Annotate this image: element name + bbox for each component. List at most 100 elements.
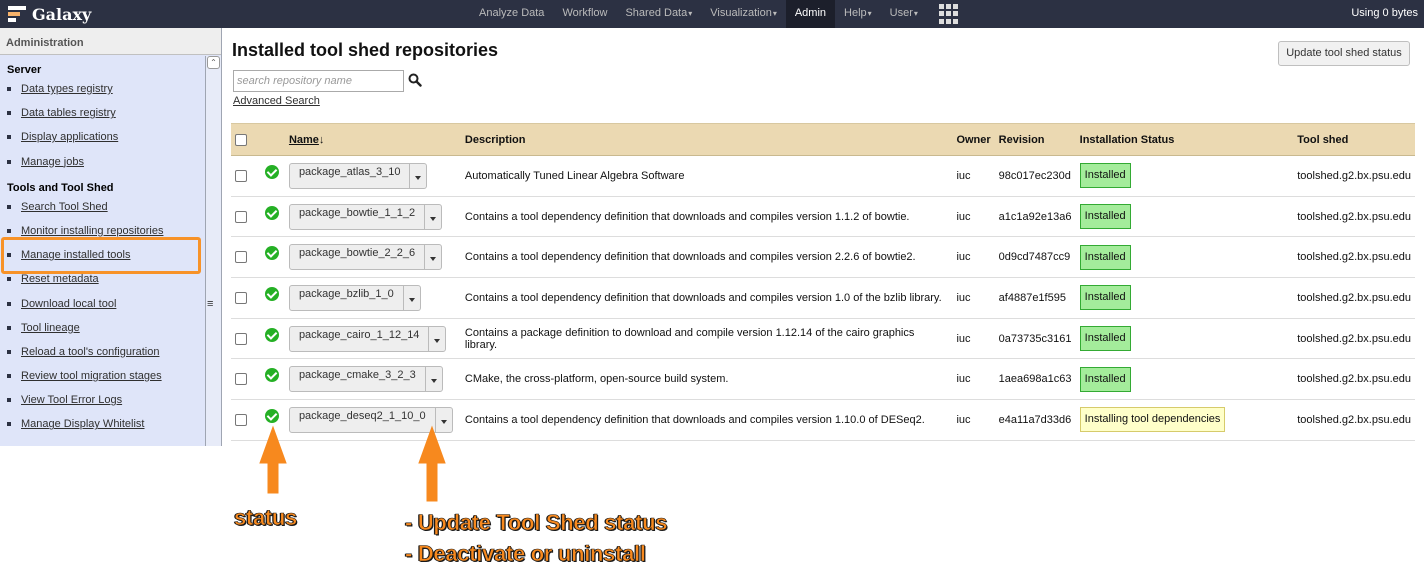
- link-review-migration[interactable]: Review tool migration stages: [21, 370, 162, 382]
- link-data-tables-registry[interactable]: Data tables registry: [21, 107, 116, 119]
- apps-grid-icon[interactable]: [938, 4, 961, 24]
- link-manage-display-whitelist[interactable]: Manage Display Whitelist: [21, 418, 145, 430]
- link-search-tool-shed[interactable]: Search Tool Shed: [21, 201, 108, 213]
- link-monitor-installing[interactable]: Monitor installing repositories: [21, 225, 163, 237]
- repo-name-button[interactable]: package_bowtie_1_1_2: [288, 201, 443, 230]
- table-body: package_atlas_3_10 Automatically Tuned Li…: [231, 155, 1415, 441]
- row-installation-status-cell: Installed: [1075, 277, 1294, 319]
- link-item: Manage jobs: [7, 156, 205, 180]
- row-revision: af4887e1f595: [994, 277, 1076, 319]
- row-owner: iuc: [952, 358, 995, 401]
- link-item: Reload a tool's configuration: [7, 346, 205, 370]
- repo-name-button[interactable]: package_cairo_1_12_14: [288, 323, 447, 352]
- row-revision: a1c1a92e13a6: [994, 196, 1076, 238]
- table-header-row: Name↓ Description Owner Revision Install…: [231, 123, 1415, 156]
- row-name-cell: package_cmake_3_2_3: [284, 358, 461, 401]
- advanced-search-link[interactable]: Advanced Search: [233, 95, 320, 107]
- link-display-applications[interactable]: Display applications: [21, 131, 118, 143]
- link-item: Data types registry: [7, 83, 205, 107]
- row-owner: iuc: [952, 277, 995, 319]
- update-tool-shed-status-button[interactable]: Update tool shed status: [1278, 41, 1410, 66]
- galaxy-logo-icon: [8, 5, 28, 23]
- link-reload-tool-config[interactable]: Reload a tool's configuration: [21, 346, 159, 358]
- row-checkbox[interactable]: [235, 373, 247, 386]
- repo-name-button[interactable]: package_bowtie_2_2_6: [288, 241, 443, 271]
- page-title: Installed tool shed repositories: [232, 40, 499, 60]
- row-tool-shed: toolshed.g2.bx.psu.edu: [1293, 196, 1415, 238]
- row-description: CMake, the cross-platform, open-source b…: [460, 358, 953, 401]
- brand[interactable]: Galaxy: [8, 3, 91, 25]
- repo-name-button[interactable]: package_atlas_3_10: [288, 160, 428, 189]
- repo-name[interactable]: package_bzlib_1_0: [290, 282, 403, 306]
- link-reset-metadata[interactable]: Reset metadata: [21, 273, 99, 285]
- sort-arrow-icon: ↓: [318, 133, 325, 146]
- repo-actions-dropdown-icon[interactable]: [424, 204, 441, 229]
- repo-name[interactable]: package_atlas_3_10: [290, 160, 410, 184]
- row-checkbox[interactable]: [235, 332, 247, 345]
- row-tool-shed: toolshed.g2.bx.psu.edu: [1293, 277, 1415, 319]
- row-name-cell: package_cairo_1_12_14: [284, 318, 461, 360]
- link-item: View Tool Error Logs: [7, 394, 205, 418]
- row-checkbox[interactable]: [235, 414, 247, 427]
- nav-user[interactable]: User▾: [881, 0, 927, 28]
- repo-actions-dropdown-icon[interactable]: [402, 285, 420, 310]
- row-checkbox[interactable]: [235, 291, 247, 304]
- repo-name-button[interactable]: package_cmake_3_2_3: [288, 363, 443, 393]
- nav-workflow[interactable]: Workflow: [553, 0, 616, 28]
- repo-actions-dropdown-icon[interactable]: [424, 367, 442, 392]
- row-revision: 0d9cd7487cc9: [994, 236, 1076, 279]
- masthead: Galaxy Analyze Data Workflow Shared Data…: [0, 0, 1424, 28]
- repo-actions-dropdown-icon[interactable]: [428, 326, 445, 351]
- repo-name-button[interactable]: package_bzlib_1_0: [288, 282, 421, 311]
- status-badge: Installed: [1079, 366, 1131, 392]
- row-description: Contains a tool dependency definition th…: [460, 399, 953, 441]
- section-title-server: Server: [7, 64, 42, 76]
- quota-meter[interactable]: Using 0 bytes: [1351, 0, 1418, 26]
- repo-actions-dropdown-icon[interactable]: [424, 245, 441, 270]
- scroll-up-icon[interactable]: ⌃: [207, 56, 220, 69]
- status-ok-icon: [264, 205, 279, 220]
- search-repository-input[interactable]: [233, 70, 404, 92]
- link-tool-lineage[interactable]: Tool lineage: [21, 322, 80, 334]
- search-icon[interactable]: [408, 73, 422, 87]
- row-checkbox[interactable]: [235, 169, 247, 182]
- link-view-error-logs[interactable]: View Tool Error Logs: [21, 394, 122, 406]
- status-badge: Installed: [1079, 285, 1131, 311]
- col-name[interactable]: Name↓: [284, 123, 461, 156]
- row-tool-shed: toolshed.g2.bx.psu.edu: [1293, 155, 1415, 197]
- status-header: [260, 123, 285, 156]
- repo-actions-dropdown-icon[interactable]: [409, 163, 426, 188]
- row-name-cell: package_atlas_3_10: [284, 155, 461, 197]
- link-download-local-tool[interactable]: Download local tool: [21, 298, 116, 310]
- nav-visualization[interactable]: Visualization▾: [701, 0, 786, 28]
- nav-shared-data[interactable]: Shared Data▾: [616, 0, 701, 28]
- row-checkbox[interactable]: [235, 210, 247, 223]
- nav-help[interactable]: Help▾: [835, 0, 881, 28]
- section-title-toolshed: Tools and Tool Shed: [7, 181, 114, 194]
- table-row: package_bowtie_2_2_6 Contains a tool depe…: [231, 236, 1415, 279]
- select-all-checkbox[interactable]: [235, 133, 247, 146]
- repo-name[interactable]: package_cmake_3_2_3: [290, 363, 425, 387]
- panel-drag-handle-icon[interactable]: ≡: [207, 298, 213, 310]
- panel-scrollbar[interactable]: ⌃: [205, 56, 221, 446]
- row-installation-status-cell: Installed: [1075, 155, 1294, 197]
- link-manage-jobs[interactable]: Manage jobs: [21, 156, 84, 168]
- status-ok-icon: [264, 164, 279, 179]
- repo-name[interactable]: package_cairo_1_12_14: [290, 323, 429, 347]
- repo-name[interactable]: package_bowtie_1_1_2: [290, 201, 424, 225]
- link-item: Reset metadata: [7, 273, 205, 297]
- annotation-actions-line2: - Deactivate or uninstall: [405, 541, 647, 567]
- arrow-up-status-icon: [259, 425, 287, 494]
- table-row: package_deseq2_1_10_0 Contains a tool dep…: [231, 399, 1415, 441]
- row-installation-status-cell: Installed: [1075, 358, 1294, 401]
- row-description: Contains a tool dependency definition th…: [460, 196, 953, 238]
- nav-analyze-data[interactable]: Analyze Data: [470, 0, 553, 28]
- repositories-table: Name↓ Description Owner Revision Install…: [231, 123, 1415, 441]
- server-links: Data types registry Data tables registry…: [7, 83, 205, 180]
- row-tool-shed: toolshed.g2.bx.psu.edu: [1293, 399, 1415, 441]
- row-checkbox[interactable]: [235, 251, 247, 264]
- repo-name[interactable]: package_bowtie_2_2_6: [290, 241, 424, 265]
- repo-name[interactable]: package_deseq2_1_10_0: [290, 404, 435, 428]
- nav-admin[interactable]: Admin: [785, 0, 836, 28]
- link-data-types-registry[interactable]: Data types registry: [21, 83, 113, 95]
